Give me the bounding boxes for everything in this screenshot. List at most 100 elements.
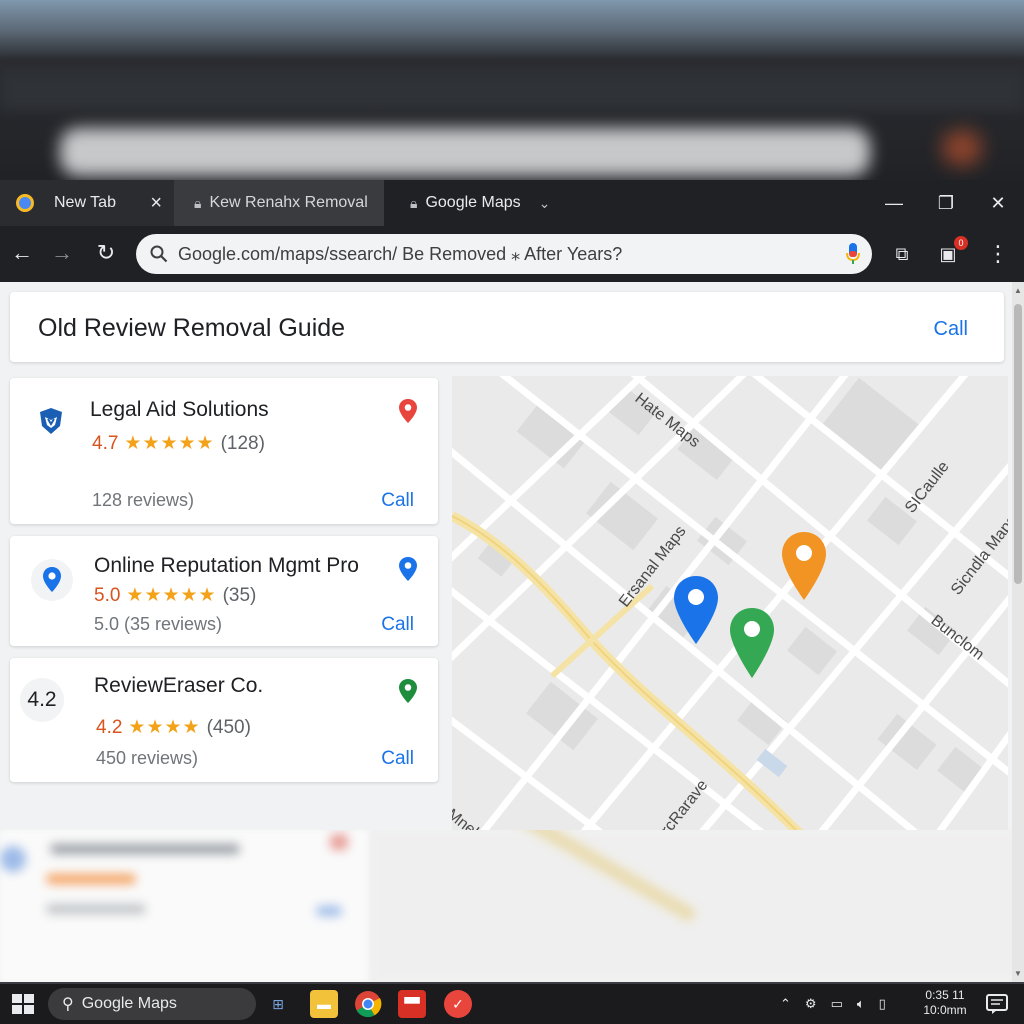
taskbar-clock[interactable]: 0:35 11 10:0mm bbox=[918, 988, 972, 1018]
blurred-icon bbox=[330, 834, 348, 850]
review-count: (128) bbox=[220, 432, 265, 454]
map-streets bbox=[452, 376, 1008, 830]
chevron-down-icon[interactable]: ⌄ bbox=[539, 195, 551, 212]
review-count: (35) bbox=[222, 584, 257, 606]
rating-row: 4.7 ★★★★★ (128) bbox=[92, 432, 265, 455]
map-view[interactable]: Hate Maps SICaulle Ersanal Maps Sicndla … bbox=[452, 376, 1008, 830]
tab-new-tab[interactable]: New Tab × bbox=[0, 180, 174, 226]
chevron-up-icon[interactable]: ⌃ bbox=[780, 996, 791, 1012]
extension-icon[interactable]: ▣ 0 bbox=[934, 236, 968, 268]
tab-google-maps[interactable]: 🔒︎ Google Maps ⌄ bbox=[400, 180, 580, 226]
blurred-icon bbox=[0, 846, 26, 872]
star-icon: ★★★★ bbox=[128, 717, 201, 738]
task-view-icon[interactable]: ⊞ bbox=[264, 990, 292, 1018]
location-logo-icon bbox=[31, 559, 73, 601]
star-icon: ★★★★★ bbox=[124, 433, 215, 454]
notification-badge: 0 bbox=[954, 236, 968, 250]
listing-name[interactable]: ReviewEraser Co. bbox=[94, 674, 263, 698]
app-icon-check[interactable]: ✓ bbox=[444, 990, 472, 1018]
call-button[interactable]: Call bbox=[381, 614, 414, 636]
clock-time: 0:35 11 bbox=[925, 988, 965, 1002]
microphone-icon[interactable] bbox=[846, 243, 860, 265]
forward-arrow-icon[interactable]: → bbox=[46, 238, 78, 270]
call-button[interactable]: Call bbox=[381, 490, 414, 512]
minimize-icon[interactable]: — bbox=[868, 193, 920, 214]
listing-card-reviewe-raser[interactable]: 4.2 ReviewEraser Co. 4.2 ★★★★ (450) 450 … bbox=[10, 658, 438, 782]
search-icon bbox=[150, 245, 168, 263]
page-title: Old Review Removal Guide bbox=[38, 314, 346, 342]
network-icon[interactable]: ⚙ bbox=[805, 996, 817, 1012]
map-pin-icon[interactable] bbox=[398, 398, 418, 424]
listing-card-legal-aid[interactable]: Legal Aid Solutions 4.7 ★★★★★ (128) 128 … bbox=[10, 378, 438, 524]
close-icon[interactable]: × bbox=[150, 192, 162, 215]
review-count: (450) bbox=[206, 716, 251, 738]
rating-value: 4.7 bbox=[92, 432, 119, 454]
blurred-text bbox=[316, 906, 342, 916]
page-scrollbar[interactable]: ▲ ▼ bbox=[1012, 282, 1024, 982]
address-text: Google.com/maps/ssearch/ Be Removed ⁎ Af… bbox=[178, 243, 623, 264]
blurred-text bbox=[50, 844, 240, 854]
tab-label: New Tab bbox=[54, 194, 116, 211]
guide-header: Old Review Removal Guide Call bbox=[10, 292, 1004, 362]
chrome-favicon-icon bbox=[16, 194, 34, 212]
scrollbar-thumb[interactable] bbox=[1014, 304, 1022, 584]
back-arrow-icon[interactable]: ← bbox=[6, 238, 38, 270]
restore-icon[interactable]: ❐ bbox=[920, 193, 972, 214]
address-bar[interactable]: Google.com/maps/ssearch/ Be Removed ⁎ Af… bbox=[136, 234, 872, 274]
taskbar-search-label: Google Maps bbox=[81, 995, 177, 1012]
call-button[interactable]: Call bbox=[381, 748, 414, 770]
display-icon[interactable]: ▭ bbox=[831, 996, 843, 1012]
rating-row: 4.2 ★★★★ (450) bbox=[96, 716, 251, 739]
blurred-icon bbox=[942, 130, 982, 166]
cast-icon[interactable]: ⧉ bbox=[888, 240, 916, 268]
scroll-up-icon[interactable]: ▲ bbox=[1014, 286, 1022, 295]
listing-name[interactable]: Online Reputation Mgmt Pro bbox=[94, 554, 359, 578]
lock-icon: 🔒︎ bbox=[194, 194, 202, 211]
star-icon: ★★★★★ bbox=[126, 585, 217, 606]
search-icon: ⚲ bbox=[62, 996, 74, 1013]
notification-icon[interactable] bbox=[986, 994, 1008, 1014]
listing-name[interactable]: Legal Aid Solutions bbox=[90, 398, 269, 422]
blurred-map bbox=[370, 830, 1024, 982]
map-pin-icon[interactable] bbox=[398, 678, 418, 704]
shield-logo-icon bbox=[40, 408, 62, 434]
blurred-strip bbox=[0, 70, 1024, 110]
window-close-icon[interactable]: ✕ bbox=[972, 193, 1024, 214]
tab-label: Google Maps bbox=[425, 194, 521, 211]
taskbar: ⚲ Google Maps ⊞ ▬ ▀▀ ✓ ⌃ ⚙ ▭ 🔈︎ ▯ 0:35 1… bbox=[0, 984, 1024, 1024]
rating-value: 4.2 bbox=[96, 716, 123, 738]
rating-value: 5.0 bbox=[94, 584, 121, 606]
lock-icon: 🔒︎ bbox=[410, 194, 418, 211]
avatar: 4.2 bbox=[20, 678, 64, 722]
header-call-button[interactable]: Call bbox=[934, 318, 968, 341]
reviews-text[interactable]: 450 reviews) bbox=[96, 748, 198, 769]
system-tray: ⌃ ⚙ ▭ 🔈︎ ▯ bbox=[780, 984, 886, 1024]
blurred-address-bar bbox=[60, 128, 870, 176]
rating-row: 5.0 ★★★★★ (35) bbox=[94, 584, 256, 607]
reviews-text[interactable]: 5.0 (35 reviews) bbox=[94, 614, 222, 635]
listing-card-reputation-mgmt[interactable]: Online Reputation Mgmt Pro 5.0 ★★★★★ (35… bbox=[10, 536, 438, 646]
more-menu-icon[interactable]: ⋮ bbox=[984, 240, 1012, 268]
tab-review-removal[interactable]: 🔒︎ Kew Renahx Removal bbox=[174, 180, 384, 226]
browser-toolbar: ← → ↻ Google.com/maps/ssearch/ Be Remove… bbox=[0, 226, 1024, 282]
windows-start-icon[interactable] bbox=[12, 994, 34, 1014]
reviews-text[interactable]: 128 reviews) bbox=[92, 490, 194, 511]
app-icon-red[interactable]: ▀▀ bbox=[398, 990, 426, 1018]
scroll-down-icon[interactable]: ▼ bbox=[1014, 969, 1022, 978]
reload-icon[interactable]: ↻ bbox=[90, 238, 122, 270]
volume-icon[interactable]: 🔈︎ bbox=[857, 996, 865, 1012]
blurred-background bbox=[0, 0, 1024, 180]
file-explorer-icon[interactable]: ▬ bbox=[310, 990, 338, 1018]
blurred-text bbox=[46, 874, 136, 884]
tab-strip: New Tab × 🔒︎ Kew Renahx Removal 🔒︎ Googl… bbox=[0, 180, 1024, 226]
chrome-icon[interactable] bbox=[354, 990, 382, 1018]
blurred-text bbox=[46, 904, 146, 914]
battery-icon[interactable]: ▯ bbox=[879, 996, 886, 1012]
taskbar-search-box[interactable]: ⚲ Google Maps bbox=[48, 988, 256, 1020]
clock-date: 10:0mm bbox=[923, 1003, 967, 1017]
map-pin-icon[interactable] bbox=[398, 556, 418, 582]
tab-label: Kew Renahx Removal bbox=[209, 194, 368, 211]
page-content: Old Review Removal Guide Call Legal Aid … bbox=[0, 282, 1024, 982]
window-controls: — ❐ ✕ bbox=[868, 180, 1024, 226]
blurred-lower-content bbox=[0, 830, 1024, 982]
